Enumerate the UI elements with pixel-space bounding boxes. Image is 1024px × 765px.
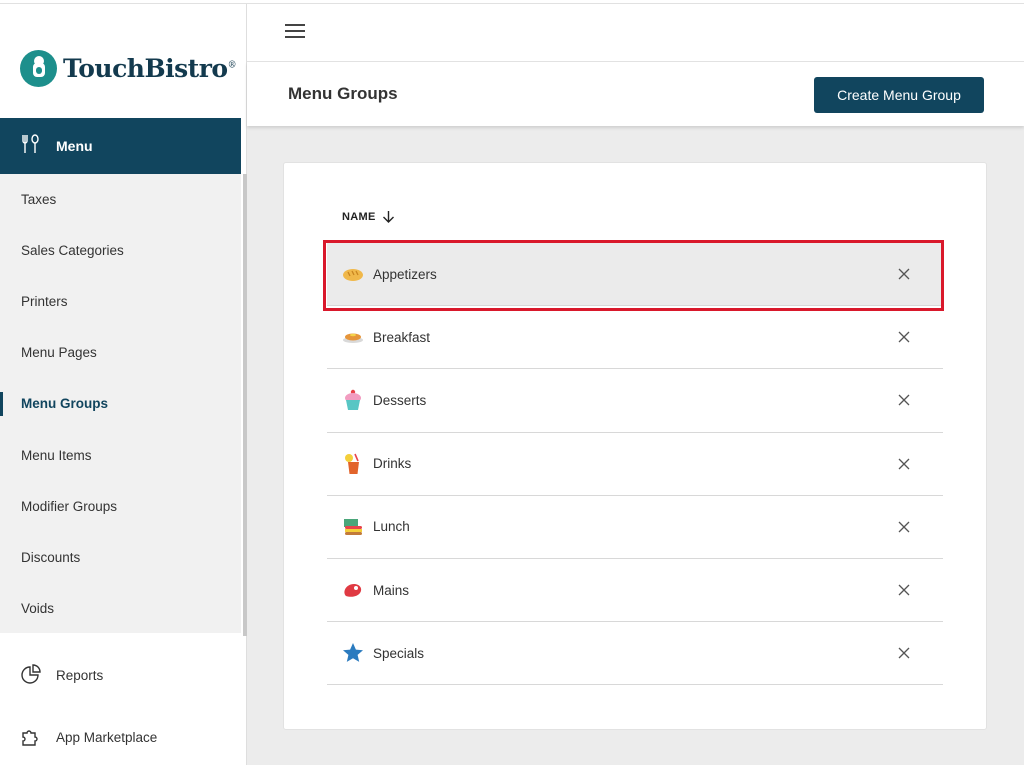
sidebar-item-reports[interactable]: Reports: [0, 651, 241, 699]
menu-groups-list: Appetizers Breakfast Desserts Drinks Lun…: [327, 243, 943, 686]
sidebar-scrollbar[interactable]: [243, 174, 247, 636]
delete-x-icon[interactable]: [898, 647, 910, 659]
logo-wordmark: TouchBistro®: [63, 53, 237, 83]
touchbistro-logo[interactable]: TouchBistro®: [20, 48, 237, 88]
hamburger-menu-icon[interactable]: [285, 24, 305, 40]
sidebar-item-app-marketplace[interactable]: App Marketplace: [0, 713, 241, 761]
name-column-header[interactable]: NAME: [342, 210, 395, 223]
top-bar: [247, 4, 1024, 62]
row-name: Breakfast: [373, 329, 431, 345]
sidebar-item-menu-pages[interactable]: Menu Pages: [0, 327, 241, 378]
puzzle-icon: [20, 725, 42, 750]
steak-icon: [342, 579, 364, 601]
pie-chart-icon: [20, 663, 42, 688]
pancake-icon: [342, 326, 364, 348]
table-row[interactable]: Drinks: [327, 433, 943, 496]
table-row[interactable]: Breakfast: [327, 306, 943, 370]
table-row[interactable]: Desserts: [327, 369, 943, 433]
row-name: Drinks: [373, 456, 412, 472]
sidebar-section-label: Menu: [56, 138, 93, 154]
sidebar-section-menu[interactable]: Menu: [0, 118, 241, 174]
fork-knife-icon: [20, 133, 42, 160]
row-name: Lunch: [373, 519, 410, 535]
create-menu-group-button[interactable]: Create Menu Group: [814, 77, 984, 113]
sidebar-item-sales-categories[interactable]: Sales Categories: [0, 225, 241, 276]
cupcake-icon: [342, 389, 364, 411]
table-row[interactable]: Mains: [327, 559, 943, 623]
column-header-label: NAME: [342, 210, 376, 223]
page-header: Menu Groups Create Menu Group: [247, 62, 1024, 126]
table-row[interactable]: Appetizers: [327, 243, 943, 307]
sidebar-item-menu-items[interactable]: Menu Items: [0, 429, 241, 480]
sidebar-item-voids[interactable]: Voids: [0, 583, 241, 634]
delete-x-icon[interactable]: [898, 521, 910, 533]
page-title: Menu Groups: [288, 84, 398, 103]
sidebar-item-label: Reports: [56, 667, 104, 683]
chef-hat-logo-icon: [20, 49, 57, 87]
row-name: Mains: [373, 582, 410, 598]
sidebar-item-menu-groups[interactable]: Menu Groups: [0, 378, 241, 429]
delete-x-icon[interactable]: [898, 268, 910, 280]
delete-x-icon[interactable]: [898, 331, 910, 343]
sidebar-item-discounts[interactable]: Discounts: [0, 532, 241, 583]
table-row[interactable]: Specials: [327, 622, 943, 686]
sidebar-submenu: Taxes Sales Categories Printers Menu Pag…: [0, 174, 241, 633]
sidebar-item-label: App Marketplace: [56, 729, 158, 745]
table-row[interactable]: Lunch: [327, 496, 943, 559]
row-name: Appetizers: [373, 266, 437, 282]
menu-groups-card: NAME Appetizers Breakfast Desserts Drink…: [283, 162, 987, 730]
delete-x-icon[interactable]: [898, 584, 910, 596]
delete-x-icon[interactable]: [898, 394, 910, 406]
row-name: Specials: [373, 645, 425, 661]
bread-icon: [342, 263, 364, 285]
star-icon: [342, 642, 364, 664]
sandwich-icon: [342, 516, 364, 538]
row-name: Desserts: [373, 392, 427, 408]
sidebar-item-taxes[interactable]: Taxes: [0, 174, 241, 225]
delete-x-icon[interactable]: [898, 458, 910, 470]
drink-icon: [342, 453, 364, 475]
sidebar-item-modifier-groups[interactable]: Modifier Groups: [0, 481, 241, 532]
sort-down-arrow-icon: [382, 211, 394, 223]
sidebar-item-printers[interactable]: Printers: [0, 276, 241, 327]
